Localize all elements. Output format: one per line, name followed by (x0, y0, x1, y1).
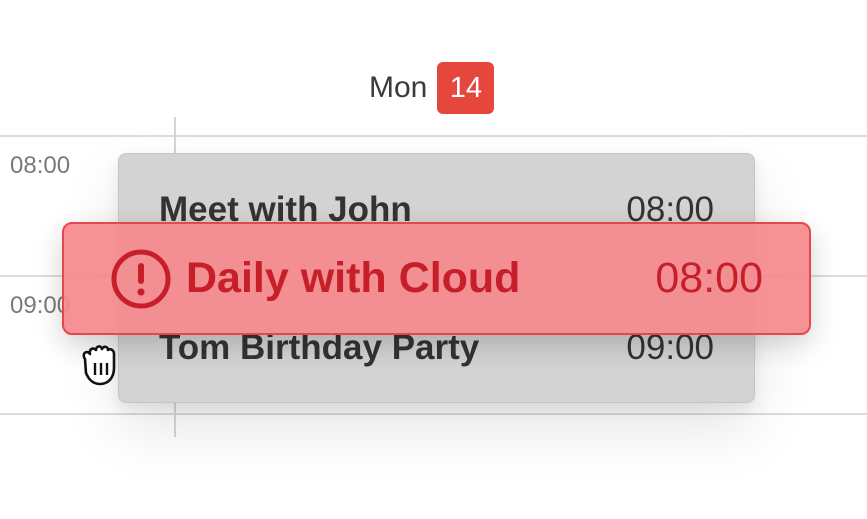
alert-circle-icon (110, 248, 172, 310)
day-header[interactable]: Mon 14 (369, 62, 495, 114)
today-date-badge: 14 (437, 62, 495, 114)
dragged-event-card[interactable]: Daily with Cloud 08:00 (62, 222, 811, 335)
time-label-0800: 08:00 (10, 152, 71, 179)
day-name: Mon (369, 71, 428, 104)
grid-line-bottom (0, 413, 867, 415)
grab-hand-icon (76, 338, 124, 388)
grid-line-top (0, 135, 867, 137)
dragged-event-title: Daily with Cloud (186, 254, 521, 302)
dragged-event-time: 08:00 (655, 254, 763, 302)
